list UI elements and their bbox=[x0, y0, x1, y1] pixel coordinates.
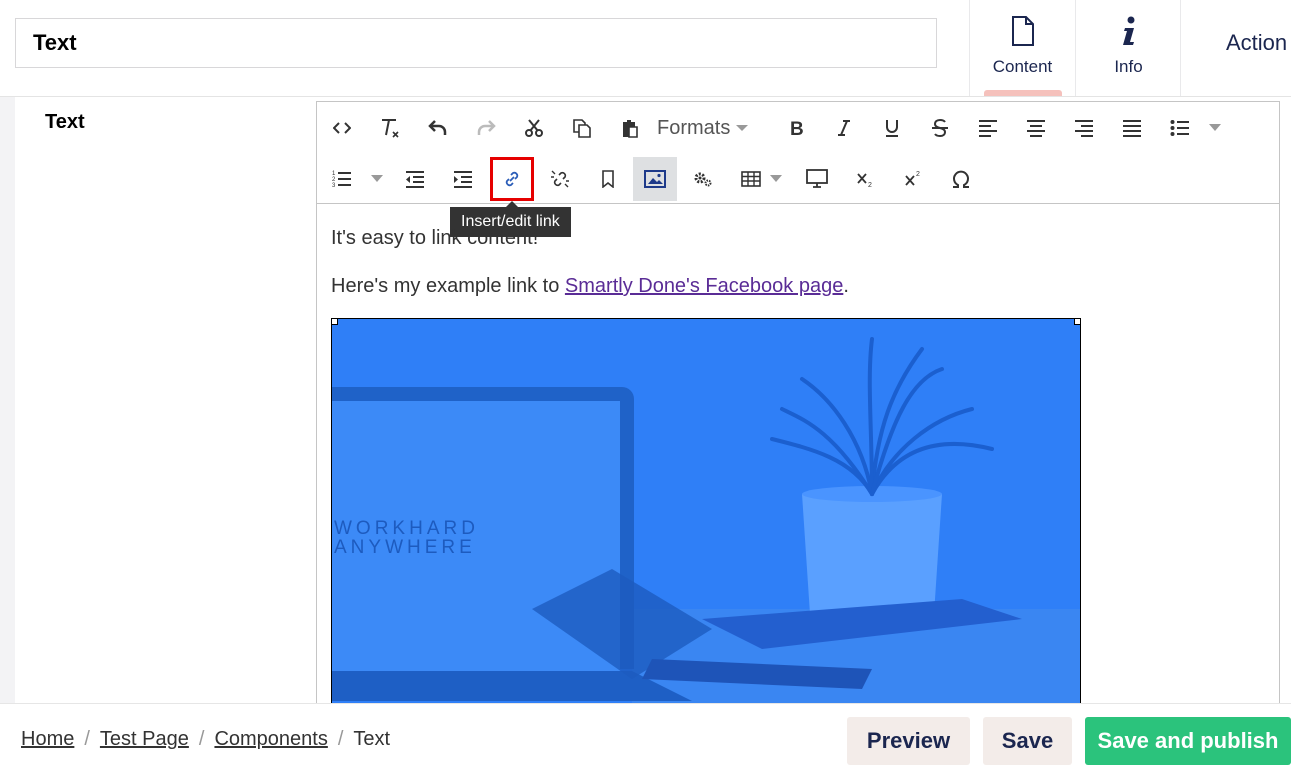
strikethrough-icon[interactable] bbox=[920, 106, 960, 150]
paste-icon[interactable] bbox=[610, 106, 650, 150]
preview-button[interactable]: Preview bbox=[847, 717, 970, 765]
numbered-list-icon[interactable]: 123 bbox=[322, 157, 362, 201]
property-label: Text bbox=[45, 111, 85, 133]
info-icon bbox=[1076, 16, 1181, 50]
cut-icon[interactable] bbox=[514, 106, 554, 150]
breadcrumb-home[interactable]: Home bbox=[21, 728, 74, 750]
editor-toolbar: Formats B 1 2 3 2 2 bbox=[317, 102, 1279, 204]
align-justify-icon[interactable] bbox=[1112, 106, 1152, 150]
align-left-icon[interactable] bbox=[968, 106, 1008, 150]
editor-header: Content Info Action bbox=[0, 0, 1291, 97]
tab-info-label: Info bbox=[1114, 57, 1143, 76]
tab-info[interactable]: Info bbox=[1075, 0, 1181, 96]
insert-link-icon[interactable] bbox=[490, 157, 534, 201]
svg-text:B: B bbox=[790, 119, 804, 137]
underline-icon[interactable] bbox=[872, 106, 912, 150]
paragraph-2: Here's my example link to Smartly Done's… bbox=[331, 274, 1271, 298]
resize-handle-top-left[interactable] bbox=[332, 319, 338, 325]
breadcrumb: Home / Test Page / Components / Text bbox=[21, 728, 390, 751]
tab-content[interactable]: Content bbox=[969, 0, 1075, 96]
breadcrumb-test-page[interactable]: Test Page bbox=[100, 728, 189, 750]
formats-dropdown[interactable]: Formats bbox=[657, 106, 749, 150]
outdent-icon[interactable] bbox=[395, 157, 435, 201]
copy-icon[interactable] bbox=[562, 106, 602, 150]
document-icon bbox=[970, 16, 1075, 50]
anchor-bookmark-icon[interactable] bbox=[588, 157, 628, 201]
property-panel: Text Formats B 1 2 3 2 2 Insert/edit lin… bbox=[15, 97, 1291, 741]
numbered-list-chevron-down-icon[interactable] bbox=[367, 157, 387, 201]
source-code-icon[interactable] bbox=[322, 106, 362, 150]
align-center-icon[interactable] bbox=[1016, 106, 1056, 150]
actions-menu[interactable]: Action bbox=[1180, 0, 1291, 96]
table-icon[interactable] bbox=[731, 157, 771, 201]
save-and-publish-button[interactable]: Save and publish bbox=[1085, 717, 1291, 765]
active-tab-indicator bbox=[984, 90, 1062, 96]
bullet-list-chevron-down-icon[interactable] bbox=[1205, 106, 1225, 150]
indent-icon[interactable] bbox=[443, 157, 483, 201]
editor-main: Text Formats B 1 2 3 2 2 Insert/edit lin… bbox=[0, 97, 1291, 741]
save-button[interactable]: Save bbox=[983, 717, 1072, 765]
superscript-icon[interactable]: 2 bbox=[893, 157, 933, 201]
rich-text-editor: Formats B 1 2 3 2 2 Insert/edit link It'… bbox=[316, 101, 1280, 741]
svg-text:2: 2 bbox=[868, 182, 872, 188]
clear-formatting-icon[interactable] bbox=[370, 106, 410, 150]
editor-footer: Home / Test Page / Components / Text Preview S… bbox=[0, 703, 1291, 771]
content-name-input[interactable] bbox=[15, 18, 937, 68]
bold-icon[interactable]: B bbox=[776, 106, 816, 150]
paragraph-2-prefix: Here's my example link to bbox=[331, 275, 565, 297]
actions-label: Action bbox=[1226, 30, 1288, 55]
chevron-down-icon bbox=[736, 125, 749, 131]
unlink-icon[interactable] bbox=[540, 157, 580, 201]
selected-image[interactable]: WORKHARD ANYWHERE bbox=[331, 318, 1081, 718]
facebook-link[interactable]: Smartly Done's Facebook page bbox=[565, 275, 843, 297]
insert-image-icon[interactable] bbox=[633, 157, 677, 201]
resize-handle-top-right[interactable] bbox=[1074, 319, 1080, 325]
breadcrumb-separator: / bbox=[337, 728, 344, 750]
redo-icon[interactable] bbox=[466, 106, 506, 150]
image-text-workhard: WORKHARD bbox=[334, 518, 479, 539]
macro-gears-icon[interactable] bbox=[683, 157, 723, 201]
paragraph-1: It's easy to link content! bbox=[331, 227, 539, 249]
italic-icon[interactable] bbox=[824, 106, 864, 150]
svg-text:3: 3 bbox=[332, 183, 336, 189]
breadcrumb-separator: / bbox=[198, 728, 205, 750]
breadcrumb-separator: / bbox=[84, 728, 90, 750]
editor-content[interactable]: It's easy to link content! Here's my exa… bbox=[331, 226, 1271, 322]
align-right-icon[interactable] bbox=[1064, 106, 1104, 150]
paragraph-2-suffix: . bbox=[843, 275, 849, 297]
undo-icon[interactable] bbox=[418, 106, 458, 150]
formats-label: Formats bbox=[657, 116, 731, 139]
breadcrumb-components[interactable]: Components bbox=[214, 728, 327, 750]
tab-content-label: Content bbox=[992, 57, 1053, 76]
image-text-anywhere: ANYWHERE bbox=[334, 537, 476, 558]
table-chevron-down-icon[interactable] bbox=[766, 157, 786, 201]
embed-media-icon[interactable] bbox=[797, 157, 837, 201]
special-character-icon[interactable] bbox=[941, 157, 981, 201]
subscript-icon[interactable]: 2 bbox=[845, 157, 885, 201]
svg-text:2: 2 bbox=[916, 171, 920, 178]
breadcrumb-current: Text bbox=[353, 728, 391, 750]
bullet-list-icon[interactable] bbox=[1160, 106, 1200, 150]
